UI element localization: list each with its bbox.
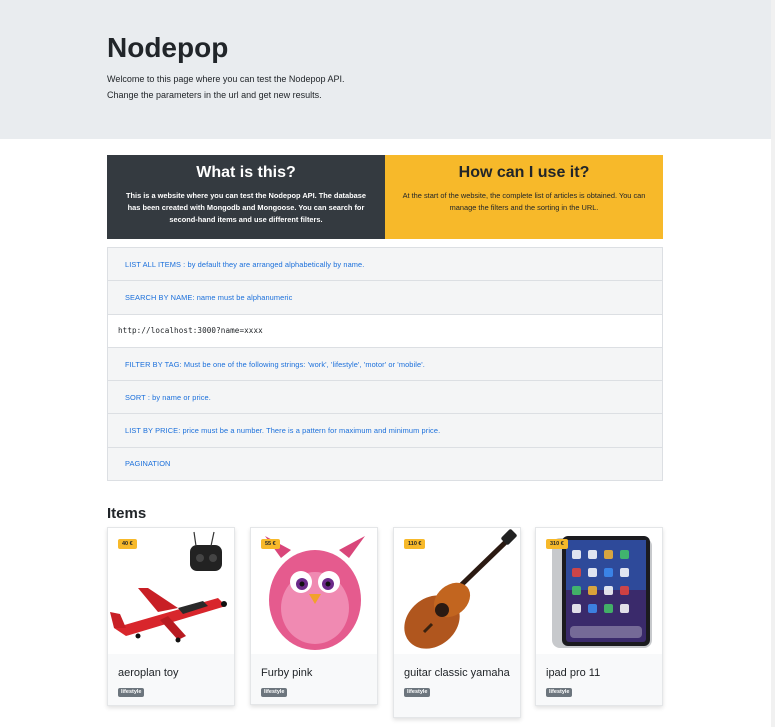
list-all-items-link[interactable]: LIST ALL ITEMS : by default they are arr… bbox=[108, 248, 662, 282]
search-by-name-link[interactable]: SEARCH BY NAME: name must be alphanumeri… bbox=[108, 281, 662, 315]
what-is-this-panel: What is this? This is a website where yo… bbox=[107, 155, 385, 239]
list-by-price-link[interactable]: LIST BY PRICE: price must be a number. T… bbox=[108, 414, 662, 448]
how-to-use-title: How can I use it? bbox=[458, 164, 590, 181]
subtitle-line-1: Welcome to this page where you can test … bbox=[107, 74, 345, 84]
sort-link[interactable]: SORT : by name or price. bbox=[108, 381, 662, 415]
item-card[interactable]: 310 € ipad pro 11 lifestyle bbox=[535, 527, 663, 706]
items-heading: Items bbox=[107, 505, 147, 522]
price-badge: 310 € bbox=[546, 539, 568, 549]
item-name: aeroplan toy bbox=[118, 667, 179, 679]
info-section: What is this? This is a website where yo… bbox=[107, 155, 663, 239]
item-image: 110 € bbox=[394, 528, 520, 654]
subtitle-line-2: Change the parameters in the url and get… bbox=[107, 89, 322, 100]
what-is-this-text: This is a website where you can test the… bbox=[126, 191, 366, 224]
vertical-scrollbar[interactable] bbox=[771, 0, 775, 727]
item-card[interactable]: 55 € Furby pink lifestyle bbox=[250, 527, 378, 705]
item-image: 40 € bbox=[108, 528, 234, 654]
page-title: Nodepop bbox=[107, 32, 229, 63]
page-subtitle: Welcome to this page where you can test … bbox=[107, 72, 507, 103]
item-name: ipad pro 11 bbox=[546, 667, 601, 679]
tag-badge[interactable]: lifestyle bbox=[118, 687, 145, 697]
item-name: guitar classic yamaha bbox=[404, 667, 510, 679]
what-is-this-title: What is this? bbox=[196, 164, 296, 181]
tag-badge[interactable]: lifestyle bbox=[261, 687, 288, 697]
tag-badge[interactable]: lifestyle bbox=[404, 687, 431, 697]
item-image: 310 € bbox=[536, 528, 662, 654]
item-image: 55 € bbox=[251, 528, 377, 654]
jumbotron-header: Nodepop Welcome to this page where you c… bbox=[0, 0, 771, 139]
how-to-use-panel: How can I use it? At the start of the we… bbox=[385, 155, 663, 239]
filter-by-tag-link[interactable]: FILTER BY TAG: Must be one of the follow… bbox=[108, 347, 662, 382]
search-example-url: http://localhost:3000?name=xxxx bbox=[108, 314, 662, 348]
pagination-link[interactable]: PAGINATION bbox=[108, 447, 662, 482]
api-options-list: LIST ALL ITEMS : by default they are arr… bbox=[107, 247, 663, 482]
price-badge: 110 € bbox=[404, 539, 426, 549]
tag-badge[interactable]: lifestyle bbox=[546, 687, 573, 697]
item-card[interactable]: 40 € aeroplan toy lifestyle bbox=[107, 527, 235, 706]
price-badge: 40 € bbox=[118, 539, 137, 549]
price-badge: 55 € bbox=[261, 539, 280, 549]
item-name: Furby pink bbox=[261, 667, 313, 679]
how-to-use-text: At the start of the website, the complet… bbox=[402, 191, 646, 212]
item-card[interactable]: 110 € guitar classic yamaha lifestyle bbox=[393, 527, 521, 718]
